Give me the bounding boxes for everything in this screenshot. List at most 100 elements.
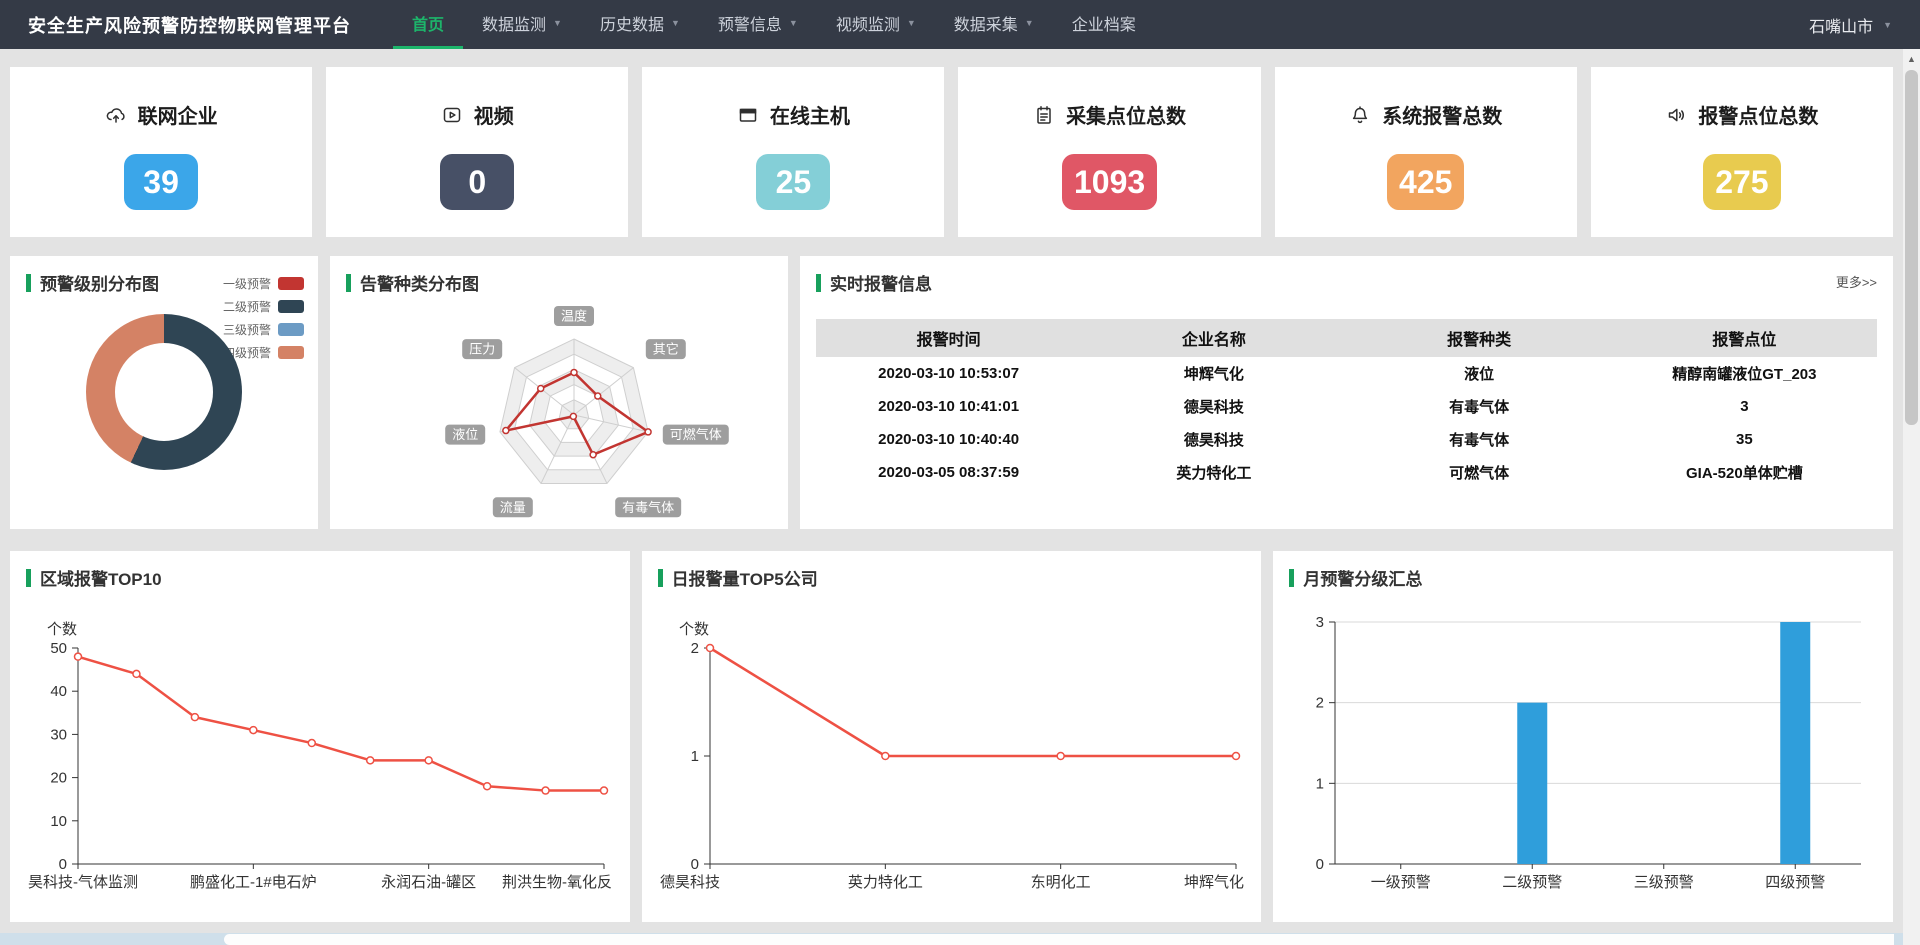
cell-alarm-time: 2020-03-10 10:40:40 bbox=[816, 423, 1081, 456]
svg-text:荆洪生物-氧化反: 荆洪生物-氧化反 bbox=[502, 874, 612, 891]
realtime-alarm-table: 报警时间 企业名称 报警种类 报警点位 2020-03-10 10:53:07 … bbox=[816, 319, 1877, 489]
stat-value-badge: 1093 bbox=[1062, 154, 1157, 210]
warning-level-donut-chart bbox=[86, 314, 242, 470]
donut-legend: 一级预警 二级预警 三级预警 四级预警 bbox=[223, 272, 304, 364]
cell-alarm-point: GIA-520单体贮槽 bbox=[1612, 456, 1877, 489]
col-enterprise-name: 企业名称 bbox=[1081, 319, 1346, 357]
svg-text:2: 2 bbox=[1316, 695, 1324, 712]
svg-text:个数: 个数 bbox=[679, 621, 709, 638]
nav-item-data-collection[interactable]: 数据采集 ▼ bbox=[935, 0, 1053, 49]
legend-item-level3[interactable]: 三级预警 bbox=[223, 318, 304, 341]
stat-value-badge: 275 bbox=[1703, 154, 1780, 210]
nav-item-data-monitoring[interactable]: 数据监测 ▼ bbox=[463, 0, 581, 49]
nav-item-video-monitoring[interactable]: 视频监测 ▼ bbox=[817, 0, 935, 49]
nav-item-label: 视频监测 bbox=[836, 11, 900, 35]
cell-alarm-type: 液位 bbox=[1347, 357, 1612, 390]
stat-cards-row: 联网企业 39 视频 0 在线主机 25 bbox=[10, 67, 1893, 237]
stat-value-badge: 25 bbox=[756, 154, 830, 210]
panel-title-text: 告警种类分布图 bbox=[360, 270, 479, 295]
svg-text:英力特化工: 英力特化工 bbox=[847, 873, 922, 891]
legend-label: 一级预警 bbox=[223, 275, 271, 292]
stat-label: 联网企业 bbox=[138, 100, 218, 129]
panel-title-text: 区域报警TOP10 bbox=[40, 565, 162, 590]
svg-text:50: 50 bbox=[50, 640, 67, 657]
nav-item-home[interactable]: 首页 bbox=[393, 0, 463, 49]
nav-item-history-data[interactable]: 历史数据 ▼ bbox=[581, 0, 699, 49]
title-marker bbox=[816, 274, 821, 292]
panel-title-text: 月预警分级汇总 bbox=[1303, 565, 1422, 590]
svg-text:10: 10 bbox=[50, 813, 67, 830]
title-marker bbox=[346, 274, 351, 292]
svg-text:有毒气体: 有毒气体 bbox=[622, 500, 674, 515]
clipboard-icon bbox=[1033, 104, 1055, 126]
svg-text:可燃气体: 可燃气体 bbox=[670, 427, 722, 442]
panel-region-alarm-top10: 区域报警TOP10 01020304050个数昊科技-气体监测鹏盛化工-1#电石… bbox=[10, 551, 630, 922]
nav-item-warning-info[interactable]: 预警信息 ▼ bbox=[699, 0, 817, 49]
cell-alarm-type: 有毒气体 bbox=[1347, 423, 1612, 456]
svg-text:个数: 个数 bbox=[47, 621, 77, 638]
col-alarm-point: 报警点位 bbox=[1612, 319, 1877, 357]
stat-label: 系统报警总数 bbox=[1382, 100, 1502, 129]
table-row: 2020-03-10 10:53:07 坤辉气化 液位 精醇南罐液位GT_203 bbox=[816, 357, 1877, 390]
panel-title-text: 预警级别分布图 bbox=[40, 270, 159, 295]
cell-alarm-time: 2020-03-10 10:41:01 bbox=[816, 390, 1081, 423]
scroll-up-button[interactable]: ▲ bbox=[1903, 49, 1920, 68]
col-alarm-time: 报警时间 bbox=[816, 319, 1081, 357]
cell-alarm-point: 精醇南罐液位GT_203 bbox=[1612, 357, 1877, 390]
alarm-type-radar-chart: 温度其它可燃气体有毒气体流量液位压力 bbox=[346, 303, 772, 515]
chevron-down-icon: ▼ bbox=[1025, 18, 1034, 28]
nav-item-label: 数据采集 bbox=[954, 11, 1018, 35]
chevron-down-icon: ▼ bbox=[671, 18, 680, 28]
panel-realtime-alarm-info: 实时报警信息 更多>> 报警时间 企业名称 报警种类 报警点位 2020-03-… bbox=[800, 256, 1893, 529]
region-alarm-top10-line-chart: 01020304050个数昊科技-气体监测鹏盛化工-1#电石炉永润石油-罐区荆洪… bbox=[26, 598, 612, 908]
stat-label: 视频 bbox=[474, 100, 514, 129]
nav-item-enterprise-archives[interactable]: 企业档案 bbox=[1053, 0, 1155, 49]
stat-value-badge: 425 bbox=[1387, 154, 1464, 210]
legend-item-level2[interactable]: 二级预警 bbox=[223, 295, 304, 318]
legend-marker bbox=[278, 277, 304, 290]
speaker-icon bbox=[1665, 104, 1687, 126]
title-marker bbox=[26, 274, 31, 292]
svg-text:东明化工: 东明化工 bbox=[1030, 874, 1090, 891]
svg-text:鹏盛化工-1#电石炉: 鹏盛化工-1#电石炉 bbox=[190, 874, 317, 891]
stat-card-system-alarms-total: 系统报警总数 425 bbox=[1275, 67, 1577, 237]
svg-text:其它: 其它 bbox=[653, 342, 679, 357]
svg-text:四级预警: 四级预警 bbox=[1766, 874, 1826, 891]
col-alarm-type: 报警种类 bbox=[1347, 319, 1612, 357]
stat-label: 报警点位总数 bbox=[1698, 100, 1818, 129]
nav-item-label: 企业档案 bbox=[1072, 11, 1136, 35]
legend-marker bbox=[278, 300, 304, 313]
svg-text:液位: 液位 bbox=[452, 427, 478, 442]
svg-text:40: 40 bbox=[50, 683, 67, 700]
scrollbar-thumb[interactable] bbox=[1905, 70, 1918, 425]
chevron-down-icon: ▼ bbox=[1883, 20, 1892, 30]
stat-card-alarm-points-total: 报警点位总数 275 bbox=[1591, 67, 1893, 237]
svg-text:三级预警: 三级预警 bbox=[1634, 874, 1694, 891]
top-nav-bar: 安全生产风险预警防控物联网管理平台 首页 数据监测 ▼ 历史数据 ▼ 预警信息 … bbox=[0, 0, 1920, 49]
legend-label: 二级预警 bbox=[223, 298, 271, 315]
svg-text:20: 20 bbox=[50, 770, 67, 787]
region-selector[interactable]: 石嘴山市 ▼ bbox=[1809, 13, 1892, 37]
svg-text:0: 0 bbox=[690, 856, 698, 873]
table-row: 2020-03-05 08:37:59 英力特化工 可燃气体 GIA-520单体… bbox=[816, 456, 1877, 489]
chevron-down-icon: ▼ bbox=[907, 18, 916, 28]
daily-alarm-top5-line-chart: 012个数德昊科技英力特化工东明化工坤辉气化 bbox=[658, 598, 1244, 908]
cell-enterprise-name: 坤辉气化 bbox=[1081, 357, 1346, 390]
svg-text:0: 0 bbox=[1316, 856, 1324, 873]
panel-monthly-warning-summary: 月预警分级汇总 0123一级预警二级预警三级预警四级预警 bbox=[1273, 551, 1893, 922]
chevron-down-icon: ▼ bbox=[553, 18, 562, 28]
nav-item-label: 首页 bbox=[412, 11, 444, 35]
legend-item-level1[interactable]: 一级预警 bbox=[223, 272, 304, 295]
cell-alarm-time: 2020-03-05 08:37:59 bbox=[816, 456, 1081, 489]
stat-label: 采集点位总数 bbox=[1066, 100, 1186, 129]
nav-item-label: 预警信息 bbox=[718, 11, 782, 35]
table-row: 2020-03-10 10:40:40 德昊科技 有毒气体 35 bbox=[816, 423, 1877, 456]
vertical-scrollbar[interactable]: ▲ bbox=[1903, 49, 1920, 945]
stat-value-badge: 0 bbox=[440, 154, 514, 210]
svg-text:1: 1 bbox=[1316, 775, 1324, 792]
cell-enterprise-name: 英力特化工 bbox=[1081, 456, 1346, 489]
more-link[interactable]: 更多>> bbox=[1836, 272, 1877, 291]
svg-text:1: 1 bbox=[690, 748, 698, 765]
svg-text:一级预警: 一级预警 bbox=[1371, 874, 1431, 891]
title-marker bbox=[26, 569, 31, 587]
